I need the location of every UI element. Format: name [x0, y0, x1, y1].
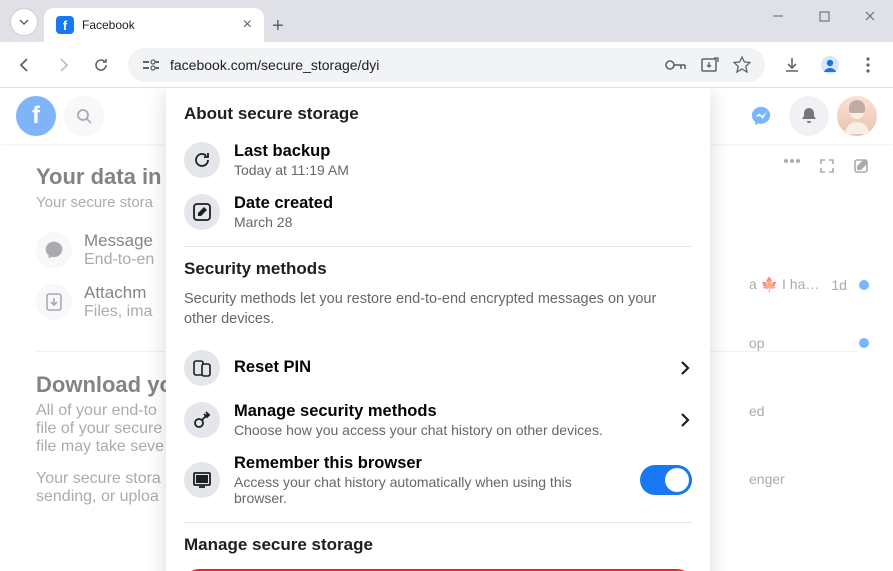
notifications-button [789, 96, 829, 136]
edit-icon [184, 194, 220, 230]
hint1-time: 1d [831, 277, 847, 293]
reset-pin-title: Reset PIN [234, 358, 664, 377]
window-controls [755, 0, 893, 32]
downloads-button[interactable] [775, 48, 809, 82]
bg-item2-sub: Files, ima [84, 303, 152, 321]
tab-title: Facebook [82, 18, 235, 32]
browser-tab[interactable]: f Facebook × [44, 8, 264, 42]
date-created-title: Date created [234, 194, 692, 213]
security-section-desc: Security methods let you restore end-to-… [166, 289, 710, 342]
unread-dot [859, 280, 869, 290]
account-avatar [837, 96, 877, 136]
remember-browser-toggle[interactable] [640, 465, 692, 495]
browser-menu-button[interactable] [851, 48, 885, 82]
reset-pin-row[interactable]: Reset PIN [166, 342, 710, 394]
manage-methods-sub: Choose how you access your chat history … [234, 422, 664, 438]
messenger-button [741, 96, 781, 136]
url-actions [665, 56, 751, 74]
chevron-right-icon [678, 358, 692, 378]
hint4-text: enger [749, 471, 785, 487]
divider [184, 522, 692, 523]
manage-storage-title: Manage secure storage [166, 531, 710, 565]
manage-methods-row[interactable]: Manage security methods Choose how you a… [166, 394, 710, 446]
browser-tab-strip: f Facebook × + [0, 0, 893, 42]
devices-icon [184, 350, 220, 386]
new-tab-button[interactable]: + [272, 15, 284, 42]
secure-storage-panel: About secure storage Last backup Today a… [166, 88, 710, 571]
right-sidebar-hints: a 🍁 I ha… 1d op ed enger [749, 158, 869, 487]
back-button[interactable] [8, 48, 42, 82]
expand-icon [819, 158, 835, 174]
window-minimize-button[interactable] [755, 0, 801, 32]
url-text: facebook.com/secure_storage/dyi [170, 57, 655, 73]
hint2-text: op [749, 335, 765, 351]
messenger-icon [750, 105, 772, 127]
date-created-sub: March 28 [234, 214, 692, 230]
facebook-favicon: f [56, 16, 74, 34]
compose-icon [853, 158, 869, 174]
page-content: f Your data in s Your secure stora [0, 88, 893, 571]
chevron-down-icon [18, 16, 30, 28]
browser-toolbar: facebook.com/secure_storage/dyi [0, 42, 893, 88]
key-icon [184, 402, 220, 438]
bell-icon [799, 106, 819, 126]
hint3-text: ed [749, 403, 765, 419]
bookmark-star-icon[interactable] [733, 56, 751, 74]
search-icon [75, 107, 93, 125]
last-backup-title: Last backup [234, 142, 692, 161]
chevron-right-icon [678, 410, 692, 430]
date-created-row: Date created March 28 [166, 186, 710, 238]
key-icon[interactable] [665, 59, 687, 71]
last-backup-row: Last backup Today at 11:19 AM [166, 134, 710, 186]
window-maximize-button[interactable] [801, 0, 847, 32]
avatar-icon [837, 96, 877, 136]
bg-item1-title: Message [84, 231, 154, 251]
tab-search-chevron[interactable] [10, 8, 38, 36]
address-bar[interactable]: facebook.com/secure_storage/dyi [128, 48, 765, 82]
tab-close-icon[interactable]: × [243, 16, 252, 34]
fb-search-button [64, 96, 104, 136]
last-backup-sub: Today at 11:19 AM [234, 162, 692, 178]
site-settings-icon [142, 58, 160, 72]
manage-methods-title: Manage security methods [234, 402, 664, 421]
divider [184, 246, 692, 247]
messenger-item-icon [36, 232, 72, 268]
refresh-icon [184, 142, 220, 178]
hint1-text: a 🍁 I ha… [749, 276, 819, 293]
profile-button[interactable] [813, 48, 847, 82]
forward-button[interactable] [46, 48, 80, 82]
facebook-logo: f [16, 96, 56, 136]
attachment-item-icon [36, 284, 72, 320]
security-section-title: Security methods [166, 255, 710, 289]
install-app-icon[interactable] [701, 57, 719, 73]
remember-sub: Access your chat history automatically w… [234, 474, 626, 506]
monitor-icon [184, 462, 220, 498]
bg-item2-title: Attachm [84, 283, 152, 303]
reload-button[interactable] [84, 48, 118, 82]
about-section-title: About secure storage [166, 100, 710, 134]
remember-browser-row: Remember this browser Access your chat h… [166, 446, 710, 514]
bg-item1-sub: End-to-en [84, 251, 154, 269]
remember-title: Remember this browser [234, 454, 626, 473]
unread-dot [859, 338, 869, 348]
more-icon [783, 158, 801, 164]
window-close-button[interactable] [847, 0, 893, 32]
